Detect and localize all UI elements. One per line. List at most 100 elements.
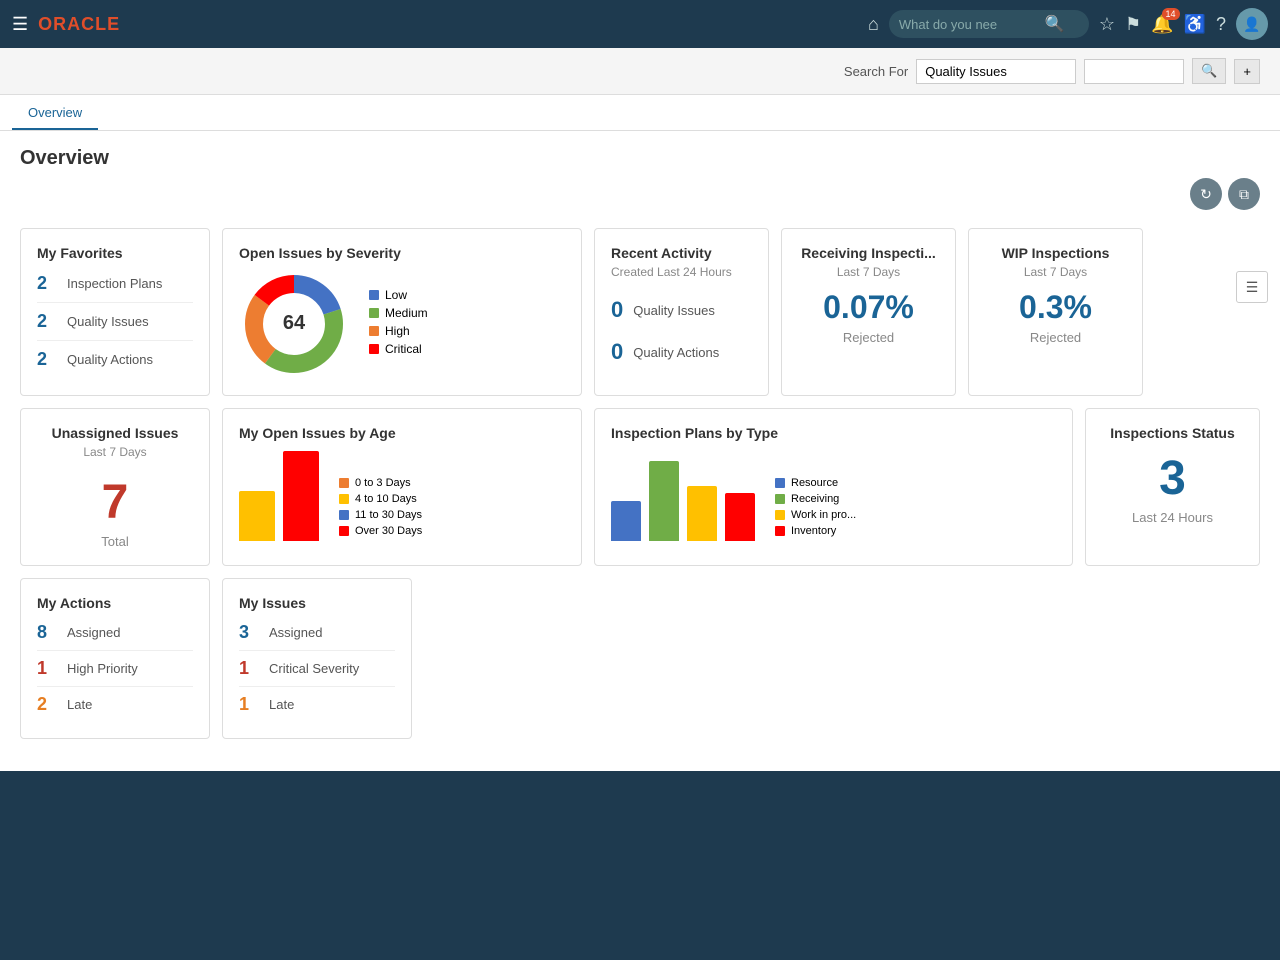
issues-critical-label: Critical Severity (269, 661, 359, 676)
open-issues-severity-title: Open Issues by Severity (239, 245, 565, 261)
search-for-label: Search For (844, 64, 908, 79)
page-title: Overview (0, 131, 1280, 178)
actions-high-label: High Priority (67, 661, 138, 676)
wip-inspections-card: WIP Inspections Last 7 Days 0.3% Rejecte… (968, 228, 1143, 396)
actions-high-priority[interactable]: 1 High Priority (37, 651, 193, 687)
top-navigation: ☰ ORACLE ⌂ 🔍 ☆ ⚑ 🔔 14 ♿ ? 👤 (0, 0, 1280, 48)
notifications-icon[interactable]: 🔔 14 (1151, 14, 1173, 35)
receiving-percent: 0.07% (798, 289, 939, 326)
issues-critical[interactable]: 1 Critical Severity (239, 651, 395, 687)
age-legend-11-30: 11 to 30 Days (355, 509, 422, 521)
quality-issues-count: 2 (37, 311, 57, 332)
actions-assigned-label: Assigned (67, 625, 120, 640)
search-extra-input[interactable] (1084, 59, 1184, 84)
favorites-item-quality-actions[interactable]: 2 Quality Actions (37, 341, 193, 378)
open-issues-severity-card: Open Issues by Severity (222, 228, 582, 396)
open-issues-age-title: My Open Issues by Age (239, 425, 565, 441)
wip-percent: 0.3% (985, 289, 1126, 326)
my-actions-title: My Actions (37, 595, 193, 611)
refresh-button[interactable]: ↻ (1190, 178, 1222, 210)
favorites-item-inspection-plans[interactable]: 2 Inspection Plans (37, 265, 193, 303)
wip-label: Rejected (985, 330, 1126, 345)
actions-late[interactable]: 2 Late (37, 687, 193, 722)
add-button[interactable]: + (1234, 59, 1260, 84)
svg-text:64: 64 (283, 312, 306, 334)
accessibility-icon[interactable]: ♿ (1184, 14, 1206, 35)
home-icon[interactable]: ⌂ (868, 14, 879, 35)
bar-4-10-days (239, 491, 275, 541)
inspection-plans-count: 2 (37, 273, 57, 294)
recent-issues-count: 0 (611, 297, 623, 323)
legend-medium-label: Medium (385, 306, 428, 320)
legend-medium: Medium (369, 306, 428, 320)
recent-activity-subtitle: Created Last 24 Hours (611, 265, 752, 279)
inspections-status-label: Last 24 Hours (1102, 510, 1243, 525)
my-actions-card: My Actions 8 Assigned 1 High Priority 2 … (20, 578, 210, 739)
recent-activity-title: Recent Activity (611, 245, 752, 261)
my-issues-title: My Issues (239, 595, 395, 611)
favorites-star-icon[interactable]: ☆ (1099, 14, 1115, 35)
legend-high: High (369, 324, 428, 338)
dashboard-row-3: My Actions 8 Assigned 1 High Priority 2 … (20, 578, 1260, 739)
actions-assigned-count: 8 (37, 622, 57, 643)
unassigned-label: Total (37, 534, 193, 549)
global-search-bar[interactable]: 🔍 (889, 10, 1089, 38)
type-legend-inventory: Inventory (791, 525, 836, 537)
bar-receiving (649, 461, 679, 541)
unassigned-count: 7 (37, 475, 193, 530)
type-legend-work-in-progress: Work in pro... (791, 509, 856, 521)
search-area: Search For 🔍 + (0, 48, 1280, 95)
actions-late-count: 2 (37, 694, 57, 715)
donut-chart: 64 (239, 269, 349, 379)
recent-activity-actions[interactable]: 0 Quality Actions (611, 331, 752, 373)
age-legend: 0 to 3 Days 4 to 10 Days 11 to 30 Days (339, 477, 422, 541)
tab-overview[interactable]: Overview (12, 95, 98, 130)
recent-issues-label: Quality Issues (633, 303, 715, 318)
global-search-input[interactable] (899, 17, 1039, 32)
unassigned-title: Unassigned Issues (37, 425, 193, 441)
age-bar-chart (239, 451, 319, 541)
help-icon[interactable]: ? (1216, 14, 1226, 35)
unassigned-issues-card: Unassigned Issues Last 7 Days 7 Total (20, 408, 210, 566)
issues-late[interactable]: 1 Late (239, 687, 395, 722)
legend-critical: Critical (369, 342, 428, 356)
recent-activity-issues[interactable]: 0 Quality Issues (611, 289, 752, 331)
dashboard: My Favorites 2 Inspection Plans 2 Qualit… (0, 218, 1280, 771)
search-value-input[interactable] (916, 59, 1076, 84)
legend-low-label: Low (385, 288, 407, 302)
bar-inventory (725, 493, 755, 541)
issues-assigned-count: 3 (239, 622, 259, 643)
hamburger-menu-icon[interactable]: ☰ (12, 14, 28, 35)
actions-high-count: 1 (37, 658, 57, 679)
bar-over-30-days (283, 451, 319, 541)
type-legend-receiving: Receiving (791, 493, 839, 505)
quality-actions-count: 2 (37, 349, 57, 370)
type-bar-chart (611, 451, 755, 541)
my-favorites-title: My Favorites (37, 245, 193, 261)
issues-assigned-label: Assigned (269, 625, 322, 640)
open-issues-age-card: My Open Issues by Age 0 to 3 Days (222, 408, 582, 566)
type-legend: Resource Receiving Work in pro... (775, 477, 856, 541)
search-button[interactable]: 🔍 (1192, 58, 1226, 84)
search-icon: 🔍 (1045, 14, 1065, 34)
legend-high-label: High (385, 324, 410, 338)
inspections-status-title: Inspections Status (1102, 425, 1243, 441)
my-issues-card: My Issues 3 Assigned 1 Critical Severity… (222, 578, 412, 739)
actions-assigned[interactable]: 8 Assigned (37, 615, 193, 651)
oracle-logo: ORACLE (38, 14, 120, 35)
receiving-label: Rejected (798, 330, 939, 345)
issues-assigned[interactable]: 3 Assigned (239, 615, 395, 651)
favorites-item-quality-issues[interactable]: 2 Quality Issues (37, 303, 193, 341)
receiving-inspection-subtitle: Last 7 Days (798, 265, 939, 279)
wip-subtitle: Last 7 Days (985, 265, 1126, 279)
inspections-status-count: 3 (1102, 451, 1243, 506)
inspection-plans-type-title: Inspection Plans by Type (611, 425, 1056, 441)
flag-icon[interactable]: ⚑ (1125, 14, 1141, 35)
copy-button[interactable]: ⧉ (1228, 178, 1260, 210)
recent-actions-count: 0 (611, 339, 623, 365)
recent-activity-card: Recent Activity Created Last 24 Hours 0 … (594, 228, 769, 396)
main-wrapper: Search For 🔍 + Overview Overview ☰ ↻ ⧉ M… (0, 48, 1280, 771)
inspections-status-card: Inspections Status 3 Last 24 Hours (1085, 408, 1260, 566)
avatar[interactable]: 👤 (1236, 8, 1268, 40)
legend-low: Low (369, 288, 428, 302)
